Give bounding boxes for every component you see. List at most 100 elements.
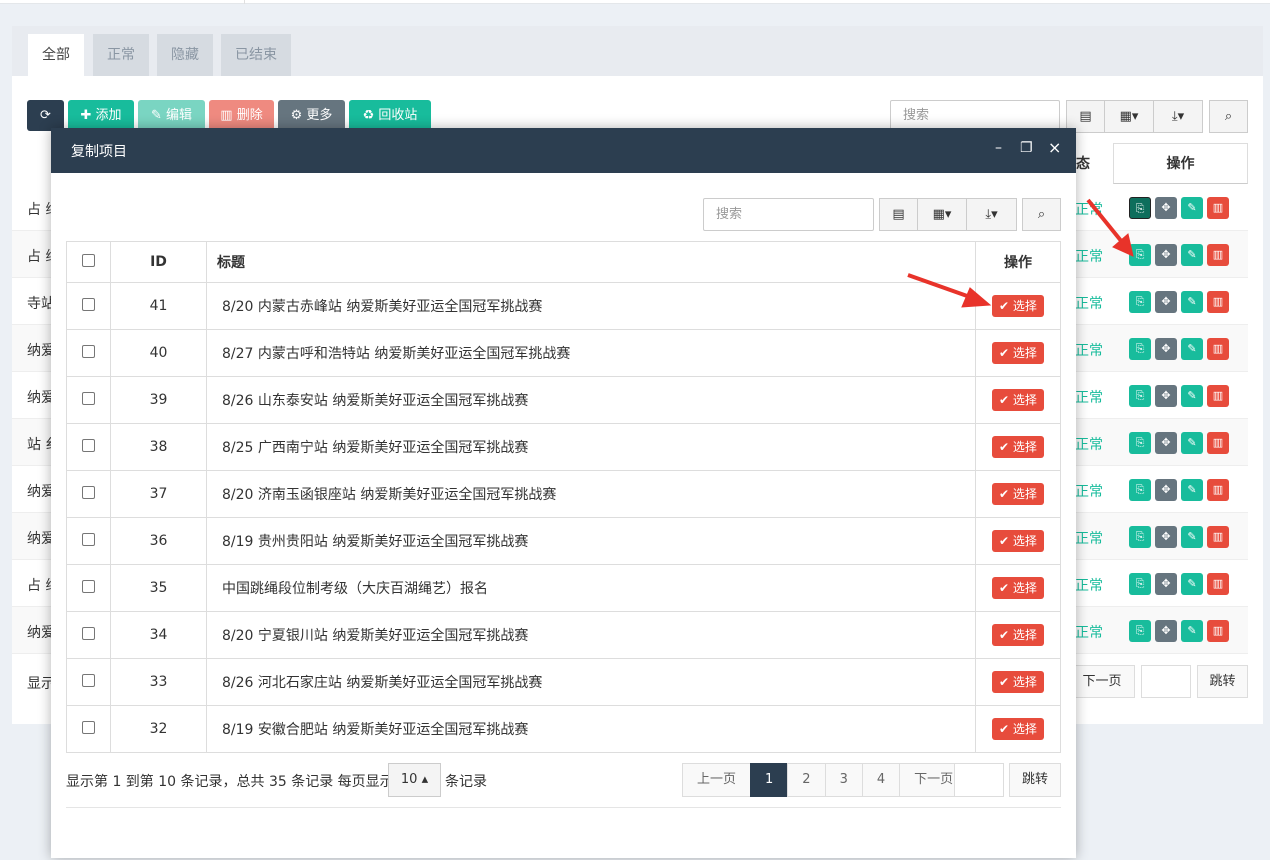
bg-next-page[interactable]: 下一页: [1069, 665, 1135, 698]
move-icon[interactable]: ✥: [1155, 385, 1177, 407]
columns-button[interactable]: ▦▾: [917, 198, 967, 231]
copy-icon[interactable]: ⎘: [1129, 479, 1151, 501]
pencil-icon[interactable]: ✎: [1181, 479, 1203, 501]
move-icon[interactable]: ✥: [1155, 479, 1177, 501]
tab-all[interactable]: 全部: [28, 34, 84, 76]
trash-icon[interactable]: ▥: [1207, 573, 1229, 595]
copy-icon[interactable]: ⎘: [1129, 573, 1151, 595]
move-icon[interactable]: ✥: [1155, 244, 1177, 266]
row-id: 41: [110, 282, 207, 330]
pencil-icon[interactable]: ✎: [1181, 526, 1203, 548]
select-button[interactable]: ✔ 选择: [992, 295, 1044, 317]
copy-icon[interactable]: ⎘: [1129, 197, 1151, 219]
pencil-icon[interactable]: ✎: [1181, 244, 1203, 266]
move-icon[interactable]: ✥: [1155, 291, 1177, 313]
select-button[interactable]: ✔ 选择: [992, 389, 1044, 411]
top-tab-segment: [140, 0, 245, 4]
row-checkbox[interactable]: [82, 626, 95, 640]
move-icon[interactable]: ✥: [1155, 197, 1177, 219]
select-button[interactable]: ✔ 选择: [992, 671, 1044, 693]
page-4-button[interactable]: 4: [861, 763, 901, 797]
bg-search-button[interactable]: ⌕: [1209, 100, 1248, 133]
row-checkbox[interactable]: [82, 532, 95, 546]
tab-ended[interactable]: 已结束: [221, 34, 291, 76]
row-checkbox-cell: [66, 611, 111, 659]
row-checkbox[interactable]: [82, 673, 95, 687]
trash-icon[interactable]: ▥: [1207, 385, 1229, 407]
pencil-icon[interactable]: ✎: [1181, 291, 1203, 313]
pencil-icon[interactable]: ✎: [1181, 338, 1203, 360]
move-icon[interactable]: ✥: [1155, 573, 1177, 595]
move-icon[interactable]: ✥: [1155, 620, 1177, 642]
row-checkbox[interactable]: [82, 391, 95, 405]
trash-icon[interactable]: ▥: [1207, 479, 1229, 501]
page-3-button[interactable]: 3: [824, 763, 863, 797]
select-button[interactable]: ✔ 选择: [992, 342, 1044, 364]
copy-icon[interactable]: ⎘: [1129, 432, 1151, 454]
row-checkbox[interactable]: [82, 485, 95, 499]
select-button[interactable]: ✔ 选择: [992, 436, 1044, 458]
row-checkbox[interactable]: [82, 579, 95, 593]
copy-icon[interactable]: ⎘: [1129, 385, 1151, 407]
bg-jump-input[interactable]: [1141, 665, 1191, 698]
page-size-dropdown[interactable]: 10 ▴: [388, 763, 441, 797]
trash-icon[interactable]: ▥: [1207, 244, 1229, 266]
move-icon[interactable]: ✥: [1155, 526, 1177, 548]
trash-icon[interactable]: ▥: [1207, 197, 1229, 219]
row-checkbox[interactable]: [82, 297, 95, 311]
move-icon[interactable]: ✥: [1155, 432, 1177, 454]
select-button[interactable]: ✔ 选择: [992, 718, 1044, 740]
maximize-icon[interactable]: ❐: [1020, 140, 1033, 156]
jump-button[interactable]: 跳转: [1009, 763, 1061, 797]
recycle-bin-button[interactable]: ♻ 回收站: [349, 100, 431, 131]
prev-page-button[interactable]: 上一页: [682, 763, 752, 797]
select-label: 选择: [1012, 487, 1037, 501]
refresh-button[interactable]: ⟳: [27, 100, 64, 131]
page-2-button[interactable]: 2: [787, 763, 826, 797]
bg-columns-button[interactable]: ▦▾: [1104, 100, 1154, 133]
row-checkbox[interactable]: [82, 344, 95, 358]
bg-jump-button[interactable]: 跳转: [1197, 665, 1248, 698]
tab-hidden[interactable]: 隐藏: [157, 34, 213, 76]
jump-page-input[interactable]: [954, 763, 1004, 797]
pencil-icon[interactable]: ✎: [1181, 197, 1203, 219]
select-button[interactable]: ✔ 选择: [992, 483, 1044, 505]
select-button[interactable]: ✔ 选择: [992, 624, 1044, 646]
copy-icon[interactable]: ⎘: [1129, 526, 1151, 548]
move-icon[interactable]: ✥: [1155, 338, 1177, 360]
copy-icon[interactable]: ⎘: [1129, 620, 1151, 642]
more-button[interactable]: ⚙ 更多: [278, 100, 345, 131]
copy-icon[interactable]: ⎘: [1129, 244, 1151, 266]
trash-icon[interactable]: ▥: [1207, 291, 1229, 313]
edit-button[interactable]: ✎ 编辑: [138, 100, 205, 131]
select-button[interactable]: ✔ 选择: [992, 577, 1044, 599]
trash-icon[interactable]: ▥: [1207, 620, 1229, 642]
row-checkbox[interactable]: [82, 438, 95, 452]
select-all-checkbox[interactable]: [82, 253, 95, 267]
delete-button[interactable]: ▥ 删除: [209, 100, 274, 131]
export-button[interactable]: ⤓▾: [966, 198, 1017, 231]
trash-icon[interactable]: ▥: [1207, 432, 1229, 454]
pencil-icon[interactable]: ✎: [1181, 573, 1203, 595]
close-icon[interactable]: ×: [1048, 138, 1061, 157]
page-1-button[interactable]: 1: [750, 763, 789, 797]
copy-icon[interactable]: ⎘: [1129, 291, 1151, 313]
bg-export-button[interactable]: ⤓▾: [1153, 100, 1203, 133]
trash-icon[interactable]: ▥: [1207, 338, 1229, 360]
select-button[interactable]: ✔ 选择: [992, 530, 1044, 552]
pencil-icon[interactable]: ✎: [1181, 620, 1203, 642]
pencil-icon[interactable]: ✎: [1181, 432, 1203, 454]
toggle-view-button[interactable]: ▤: [879, 198, 918, 231]
trash-icon[interactable]: ▥: [1207, 526, 1229, 548]
tab-normal[interactable]: 正常: [93, 34, 149, 76]
modal-search-input[interactable]: 搜索: [703, 198, 874, 231]
bg-row-actions: ⎘ ✥ ✎ ▥: [1129, 291, 1249, 313]
search-button[interactable]: ⌕: [1022, 198, 1061, 231]
row-checkbox[interactable]: [82, 720, 95, 734]
table-row: 35 中国跳绳段位制考级（大庆百湖绳艺）报名 ✔ 选择: [66, 564, 1061, 612]
pencil-icon[interactable]: ✎: [1181, 385, 1203, 407]
add-button[interactable]: ✚ 添加: [68, 100, 134, 131]
row-title: 8/26 山东泰安站 纳爱斯美好亚运全国冠军挑战赛: [206, 376, 976, 424]
copy-icon[interactable]: ⎘: [1129, 338, 1151, 360]
minimize-icon[interactable]: –: [995, 140, 1002, 156]
